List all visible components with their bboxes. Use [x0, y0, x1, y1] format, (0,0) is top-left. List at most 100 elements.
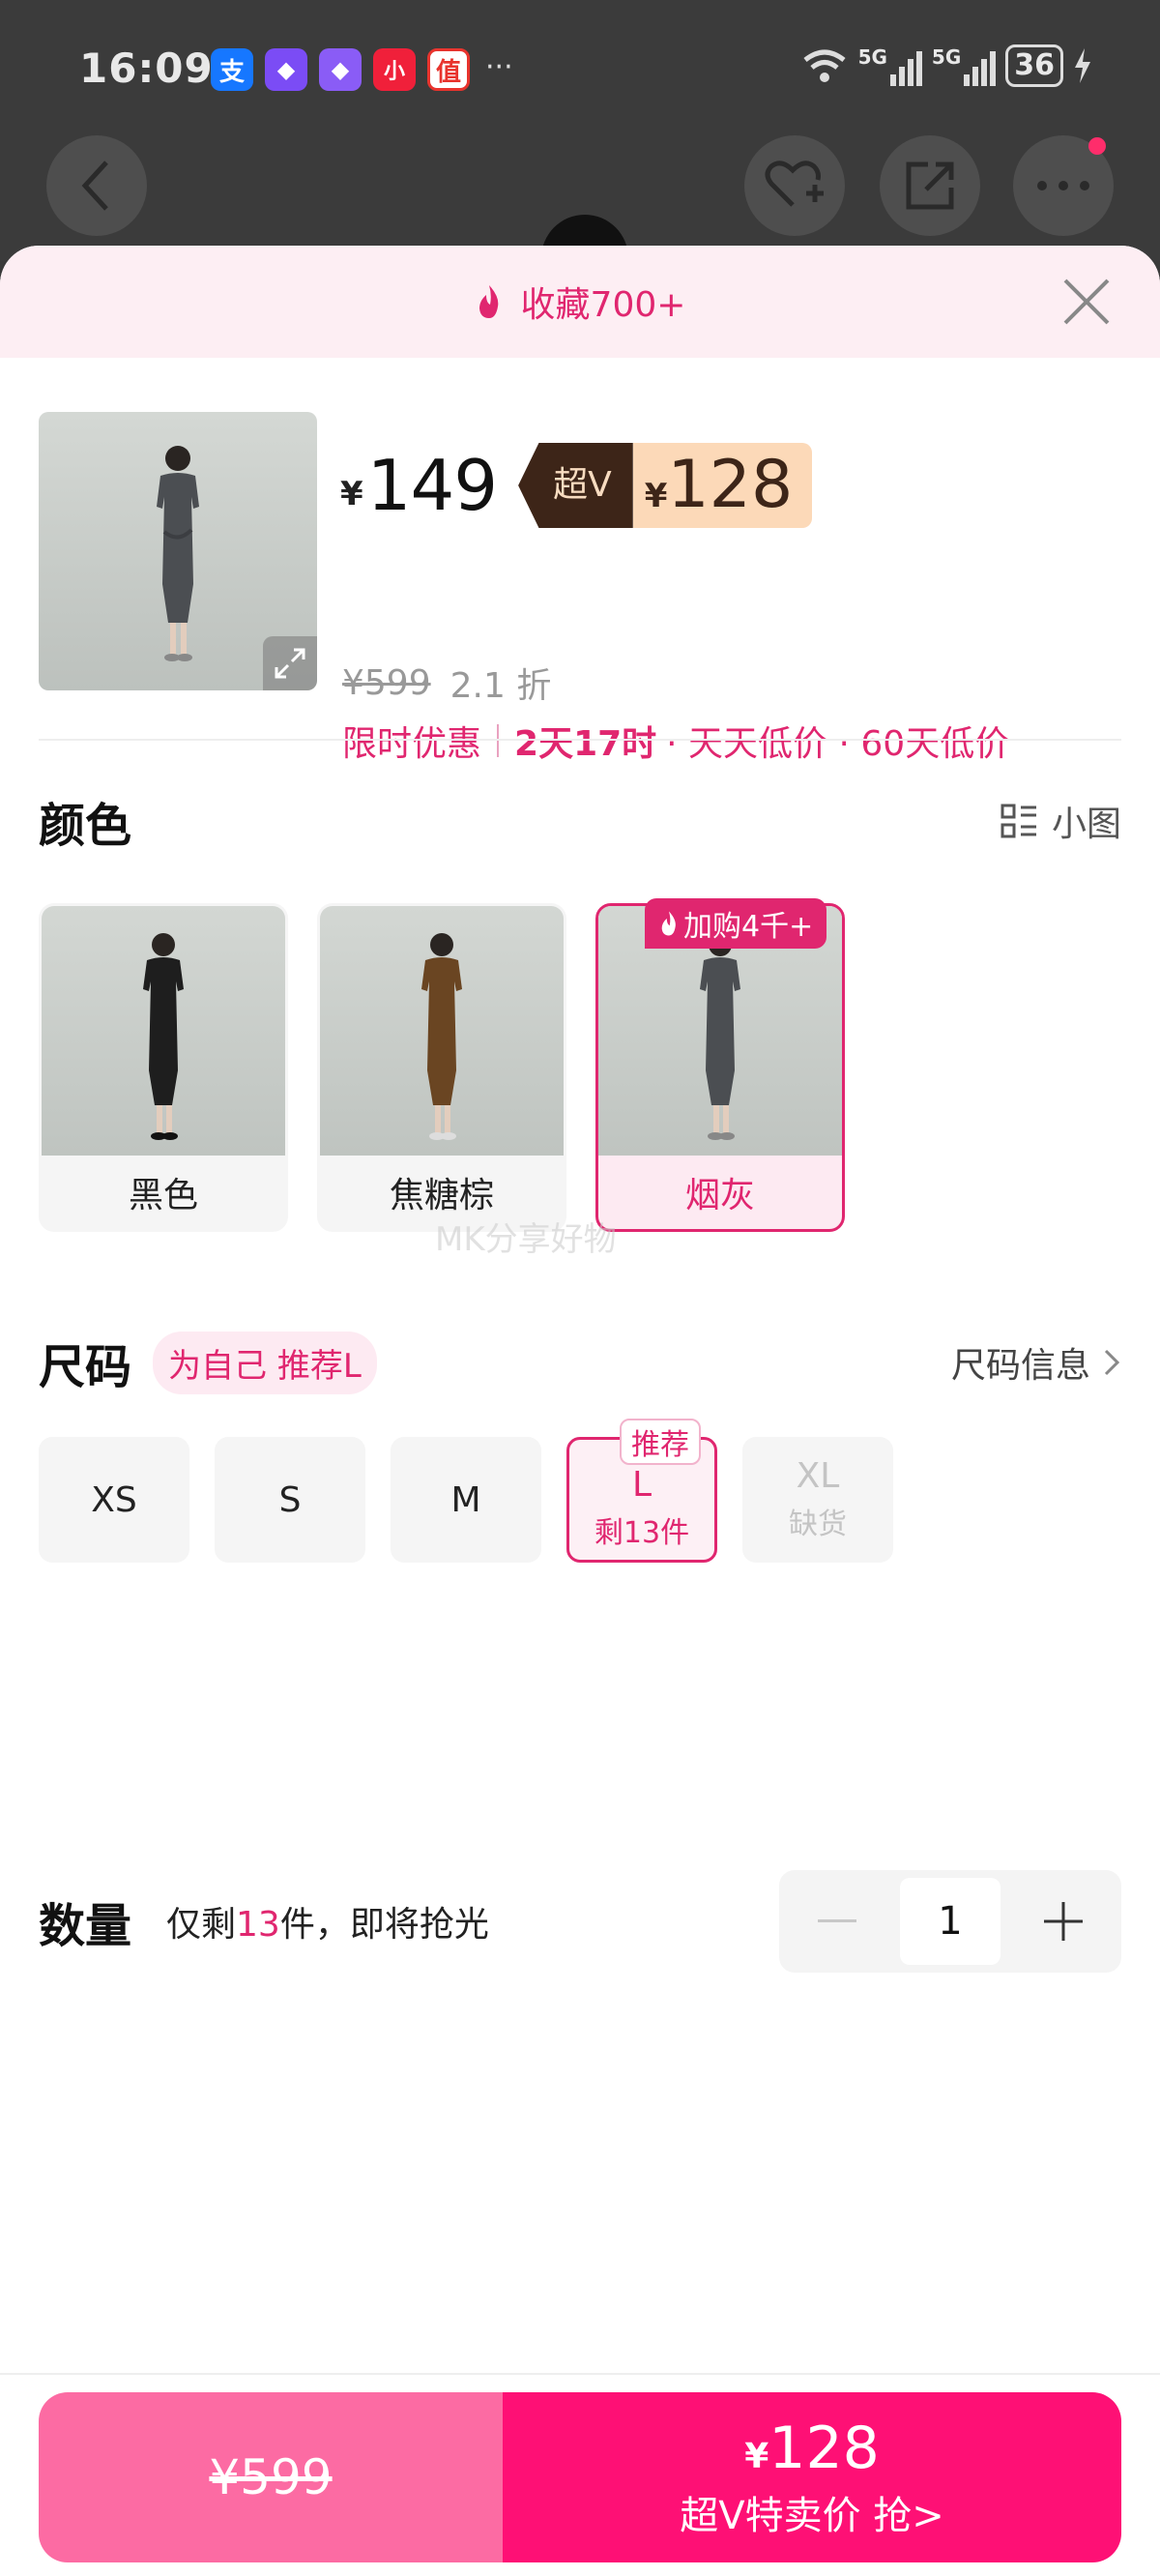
color-label: 烟灰	[684, 1176, 755, 1215]
recommended-tag: 推荐	[620, 1419, 701, 1465]
share-icon	[906, 161, 954, 210]
vip-currency: ¥	[644, 477, 668, 515]
divider	[39, 739, 1121, 741]
favorites-banner: 收藏700+	[0, 246, 1160, 358]
back-button[interactable]	[46, 135, 147, 236]
signal-icon-2: 5G	[931, 45, 997, 86]
color-section-header: 颜色 小图	[39, 787, 1121, 855]
size-option-xs[interactable]: XS	[39, 1437, 189, 1563]
color-option-smoke-gray[interactable]: 加购4千+ 烟灰	[595, 898, 845, 1232]
original-price-label: ¥599	[209, 2449, 333, 2505]
model-figure	[700, 933, 740, 1140]
network-type-label: 5G	[857, 45, 887, 69]
size-option-m[interactable]: M	[391, 1437, 541, 1563]
more-notifications-icon: ···	[485, 50, 513, 84]
signal-icon: 5G	[858, 45, 922, 86]
small-view-toggle[interactable]: 小图	[1000, 796, 1121, 846]
stock-hint-suffix: 件，即将抢光	[279, 1905, 489, 1945]
status-bar: 16:09 支 ◆ ◆ 小 值 ··· 5G 5G 36	[0, 0, 1160, 135]
fire-icon	[478, 285, 498, 318]
color-title: 颜色	[39, 799, 132, 853]
quantity-row: 数量 仅剩13件，即将抢光 1	[39, 1870, 1121, 1973]
buy-vip-button[interactable]: ¥128 超V特卖价 抢>	[503, 2392, 1121, 2562]
promo-tags: · 天天低价 · 60天低价	[666, 724, 1010, 764]
size-label: XL	[796, 1456, 840, 1496]
small-view-label: 小图	[1051, 805, 1121, 844]
favorites-text: 收藏700+	[520, 285, 686, 325]
favorite-button[interactable]	[744, 135, 845, 236]
sku-selection-sheet: 收藏700+ ¥ 149 超V ¥128 ¥599 2.1 折 限时优惠 2天1…	[0, 246, 1160, 2576]
product-thumbnail[interactable]	[39, 412, 317, 690]
network-type-label-2: 5G	[931, 45, 962, 69]
fire-icon	[661, 911, 676, 936]
decrease-button[interactable]	[789, 1878, 885, 1965]
vip-button-currency: ¥	[744, 2437, 769, 2476]
notification-app-icons: 支 ◆ ◆ 小 值 ···	[211, 48, 513, 91]
currency-symbol: ¥	[340, 475, 363, 513]
size-option-l[interactable]: 推荐 L 剩13件	[566, 1419, 717, 1563]
vip-price: ¥128	[632, 443, 813, 528]
xiaohongshu-icon: 小	[373, 48, 416, 91]
model-figure	[143, 933, 184, 1140]
color-option-black[interactable]: 黑色	[39, 903, 288, 1232]
vip-button-price-value: 128	[768, 2415, 880, 2482]
minus-icon	[818, 1919, 856, 1922]
size-option-xl[interactable]: XL 缺货	[742, 1437, 893, 1563]
status-time: 16:09	[79, 44, 214, 92]
size-title: 尺码	[39, 1340, 132, 1394]
smzdm-icon: 值	[427, 48, 470, 91]
plus-icon	[1044, 1902, 1083, 1941]
alipay-icon: 支	[211, 48, 253, 91]
color-image	[42, 906, 285, 1156]
color-label: 黑色	[128, 1176, 198, 1215]
price-row: ¥ 149 超V ¥128	[340, 443, 813, 528]
system-icons: 5G 5G 36	[800, 44, 1092, 87]
size-option-s[interactable]: S	[215, 1437, 365, 1563]
size-recommendation: 为自己 推荐L	[153, 1331, 377, 1394]
quantity-value[interactable]: 1	[900, 1878, 1000, 1965]
hot-badge-text: 加购4千+	[683, 910, 814, 944]
charging-icon	[1075, 48, 1090, 83]
list-view-icon	[1000, 804, 1036, 838]
vip-button-price: ¥128	[744, 2415, 880, 2482]
color-options: 黑色 焦糖棕 加购4千+ 烟灰	[39, 898, 845, 1232]
watermark-text: MK分享好物	[435, 1220, 617, 1259]
quantity-title: 数量	[39, 1899, 132, 1953]
promotion-row: 限时优惠 2天17时 · 天天低价 · 60天低价	[342, 716, 1009, 766]
size-section-header: 尺码 为自己 推荐L 尺码信息	[39, 1329, 1121, 1396]
model-figure	[157, 446, 199, 661]
buy-at-original-button[interactable]: ¥599	[39, 2392, 503, 2562]
hot-badge: 加购4千+	[645, 898, 827, 949]
promo-label: 限时优惠	[342, 724, 482, 764]
more-options-button[interactable]	[1013, 135, 1114, 236]
stock-hint: 仅剩13件，即将抢光	[166, 1896, 489, 1947]
size-options: XS S M 推荐 L 剩13件 XL 缺货	[39, 1419, 893, 1563]
chevron-left-icon	[81, 161, 108, 211]
size-label: L	[631, 1465, 652, 1505]
original-price: ¥599	[342, 662, 431, 703]
product-summary: ¥ 149 超V ¥128 ¥599 2.1 折 限时优惠 2天17时 · 天天…	[0, 358, 1160, 764]
increase-button[interactable]	[1015, 1878, 1112, 1965]
promo-divider	[497, 724, 500, 757]
wifi-icon	[803, 49, 846, 82]
app-diamond-icon-2: ◆	[319, 48, 362, 91]
close-icon[interactable]	[1059, 275, 1114, 329]
size-info-link[interactable]: 尺码信息	[951, 1337, 1121, 1388]
vip-label: 超V	[518, 443, 633, 528]
share-button[interactable]	[880, 135, 980, 236]
promo-countdown: 2天17时	[514, 724, 657, 764]
size-stock: 缺货	[789, 1508, 847, 1541]
stock-count: 13	[236, 1905, 280, 1945]
color-image	[320, 906, 564, 1156]
stock-hint-prefix: 仅剩	[166, 1905, 237, 1945]
heart-plus-icon	[765, 161, 824, 207]
color-option-caramel[interactable]: 焦糖棕	[317, 903, 566, 1232]
battery-indicator: 36	[1005, 44, 1063, 87]
vip-price-tag: 超V ¥128	[518, 443, 813, 528]
size-info-label: 尺码信息	[950, 1346, 1090, 1386]
vip-price-value: 128	[667, 447, 794, 523]
current-price: 149	[366, 445, 498, 526]
vip-button-label: 超V特卖价 抢>	[680, 2494, 944, 2538]
app-diamond-icon: ◆	[265, 48, 307, 91]
expand-image-button[interactable]	[263, 636, 317, 690]
